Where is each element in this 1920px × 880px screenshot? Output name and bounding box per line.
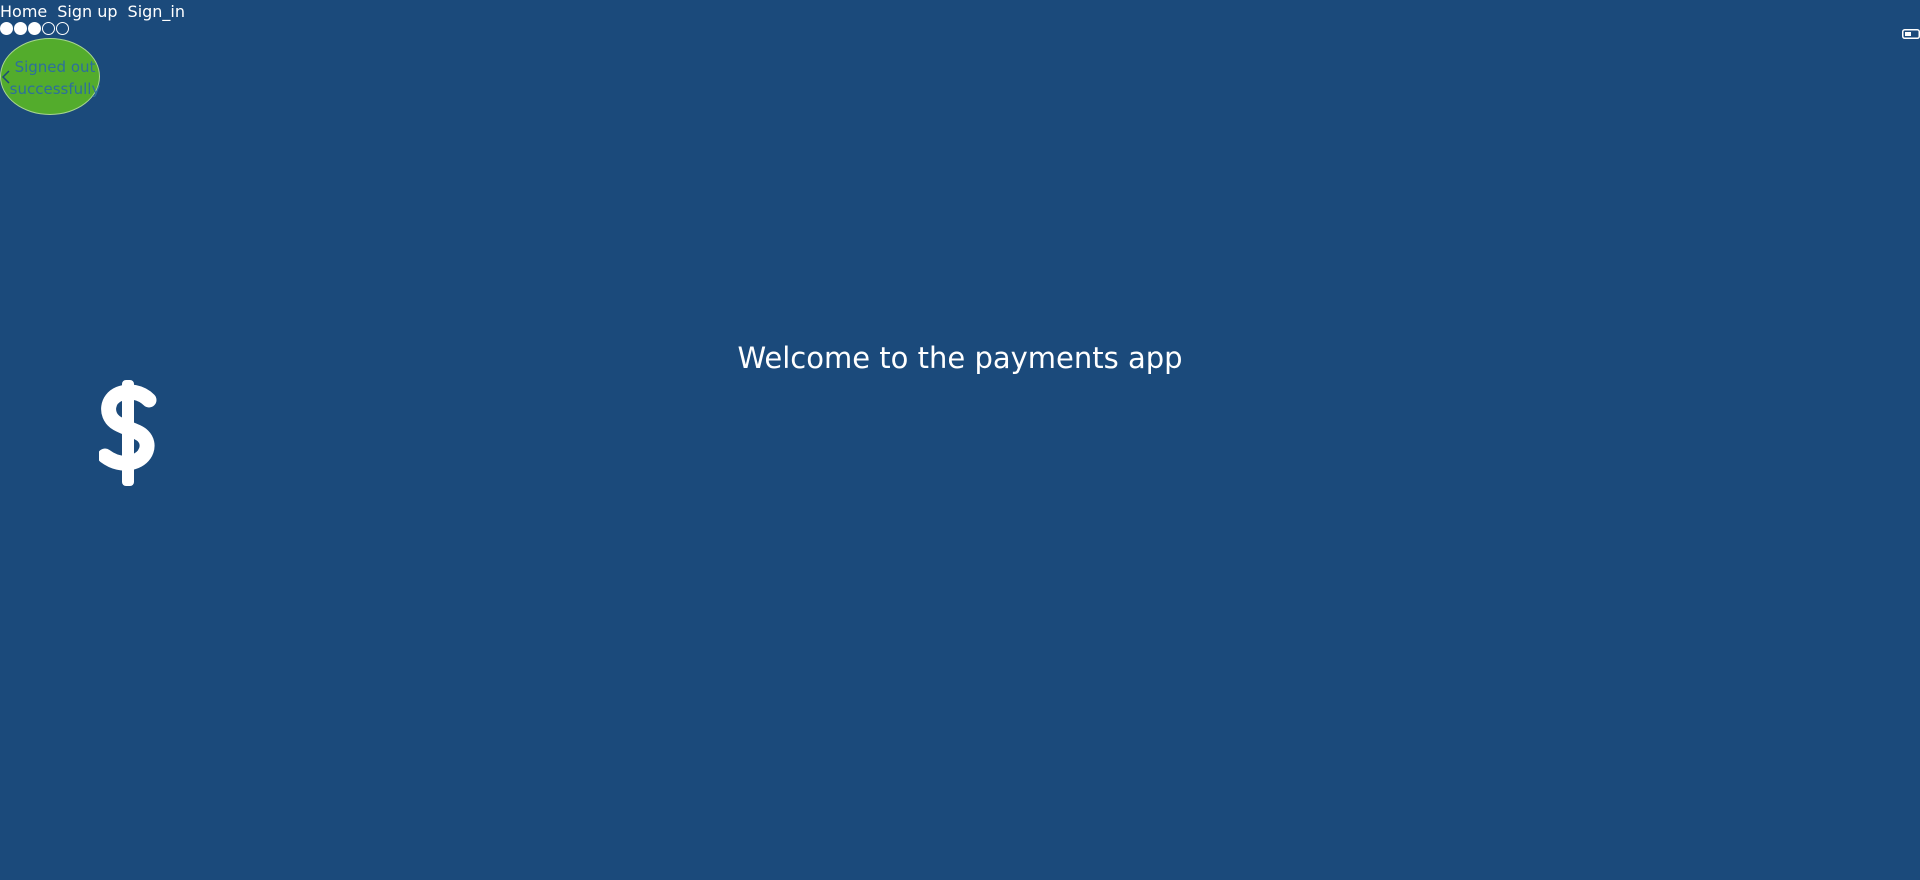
progress-dots <box>0 22 69 35</box>
signed-out-toast: Signed out successfully <box>0 38 100 115</box>
progress-dot <box>28 22 41 35</box>
page: Home Sign up Sign_in Signed out successf… <box>0 0 1920 880</box>
dollar-icon <box>97 380 159 486</box>
nav-home-link[interactable]: Home <box>0 1 47 23</box>
progress-dot <box>42 22 55 35</box>
progress-dot <box>14 22 27 35</box>
toast-message: Signed out successfully <box>9 58 101 98</box>
top-nav: Home Sign up Sign_in <box>0 1 185 23</box>
nav-sign-in-link[interactable]: Sign_in <box>128 1 185 23</box>
progress-dot <box>56 22 69 35</box>
page-title: Welcome to the payments app <box>737 341 1183 375</box>
nav-sign-up-link[interactable]: Sign up <box>57 1 117 23</box>
progress-dot <box>0 22 13 35</box>
toggle-icon[interactable] <box>1902 24 1920 39</box>
